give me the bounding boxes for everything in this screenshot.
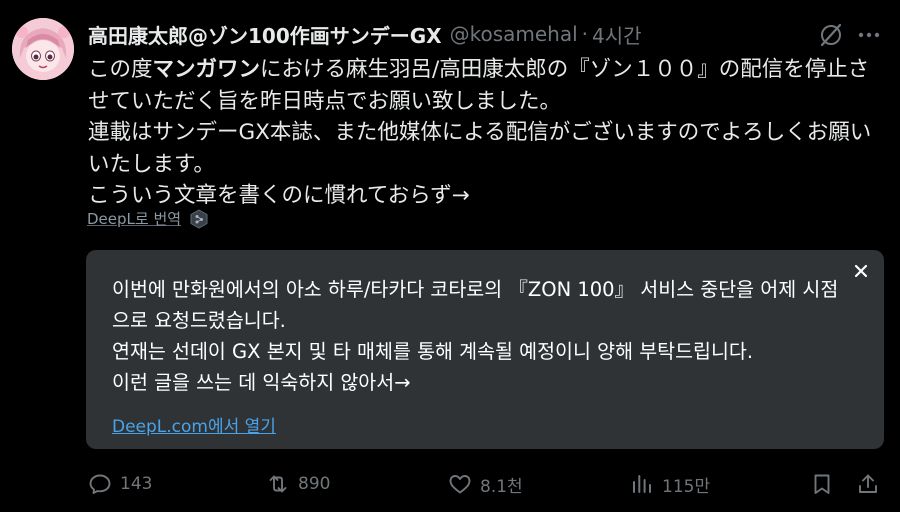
like-button[interactable]: 8.1천 bbox=[448, 466, 523, 502]
tweet-paragraph-1: この度マンガワンにおける麻生羽呂/高田康太郎の『ゾン１００』の配信を停止させてい… bbox=[88, 54, 888, 117]
views-button[interactable]: 115만 bbox=[630, 466, 710, 502]
deepl-icon bbox=[190, 208, 208, 229]
translation-paragraph-2: 연재는 선데이 GX 본지 및 타 매체를 통해 계속될 예정이니 양해 부탁드… bbox=[112, 340, 754, 363]
separator-dot: · bbox=[581, 22, 589, 46]
grok-icon bbox=[820, 23, 842, 47]
tweet-text-segment: この度 bbox=[88, 57, 153, 82]
translation-paragraph-1: 이번에 만화원에서의 아소 하루/타카다 코타로의 『ZON 100』 서비스 … bbox=[112, 278, 839, 332]
author-handle[interactable]: @kosamehal bbox=[450, 22, 578, 46]
translation-panel: 이번에 만화원에서의 아소 하루/타카다 코타로의 『ZON 100』 서비스 … bbox=[86, 250, 884, 449]
author-name[interactable]: 高田康太郎@ゾン100作画サンデーGX bbox=[88, 20, 442, 49]
repost-icon bbox=[269, 475, 287, 493]
tweet-paragraph-3: こういう文章を書くのに慣れておらず→ bbox=[88, 183, 470, 208]
like-count: 8.1천 bbox=[480, 476, 523, 497]
close-icon bbox=[854, 264, 868, 278]
translation-paragraph-3: 이런 글을 쓰는 데 익숙하지 않아서→ bbox=[112, 371, 411, 394]
repost-count: 890 bbox=[298, 474, 331, 494]
views-count: 115만 bbox=[662, 476, 711, 497]
like-icon bbox=[449, 475, 471, 494]
bookmark-button[interactable] bbox=[810, 466, 834, 502]
open-in-deepl-link[interactable]: DeepL.com에서 열기 bbox=[112, 412, 276, 437]
tweet-text: この度マンガワンにおける麻生羽呂/高田康太郎の『ゾン１００』の配信を停止させてい… bbox=[88, 54, 888, 212]
avatar[interactable] bbox=[12, 18, 74, 80]
share-icon bbox=[859, 474, 877, 493]
tweet-bold-text: マンガワン bbox=[152, 57, 261, 82]
more-button[interactable] bbox=[852, 18, 886, 52]
views-icon bbox=[633, 475, 651, 493]
translation-text: 이번에 만화원에서의 아소 하루/타카다 코타로의 『ZON 100』 서비스 … bbox=[112, 274, 852, 398]
timestamp[interactable]: 4시간 bbox=[592, 20, 642, 49]
repost-button[interactable]: 890 bbox=[266, 466, 330, 502]
tweet-header: 高田康太郎@ゾン100作画サンデーGX @kosamehal · 4시간 bbox=[88, 20, 880, 48]
share-button[interactable] bbox=[856, 466, 880, 502]
close-translation-button[interactable] bbox=[850, 260, 872, 282]
reply-button[interactable]: 143 bbox=[88, 466, 152, 502]
translate-link[interactable]: DeepL로 번역 bbox=[87, 208, 181, 229]
translate-row: DeepL로 번역 bbox=[87, 208, 209, 229]
reply-count: 143 bbox=[120, 474, 153, 494]
reply-icon bbox=[89, 474, 111, 494]
bookmark-icon bbox=[814, 474, 830, 494]
more-icon bbox=[858, 32, 880, 38]
avatar-image bbox=[12, 18, 74, 80]
grok-button[interactable] bbox=[814, 18, 848, 52]
action-bar: 143 890 8.1천 115만 bbox=[0, 466, 900, 502]
tweet-paragraph-2: 連載はサンデーGX本誌、また他媒体による配信がございますのでよろしくお願いいたし… bbox=[88, 120, 872, 177]
